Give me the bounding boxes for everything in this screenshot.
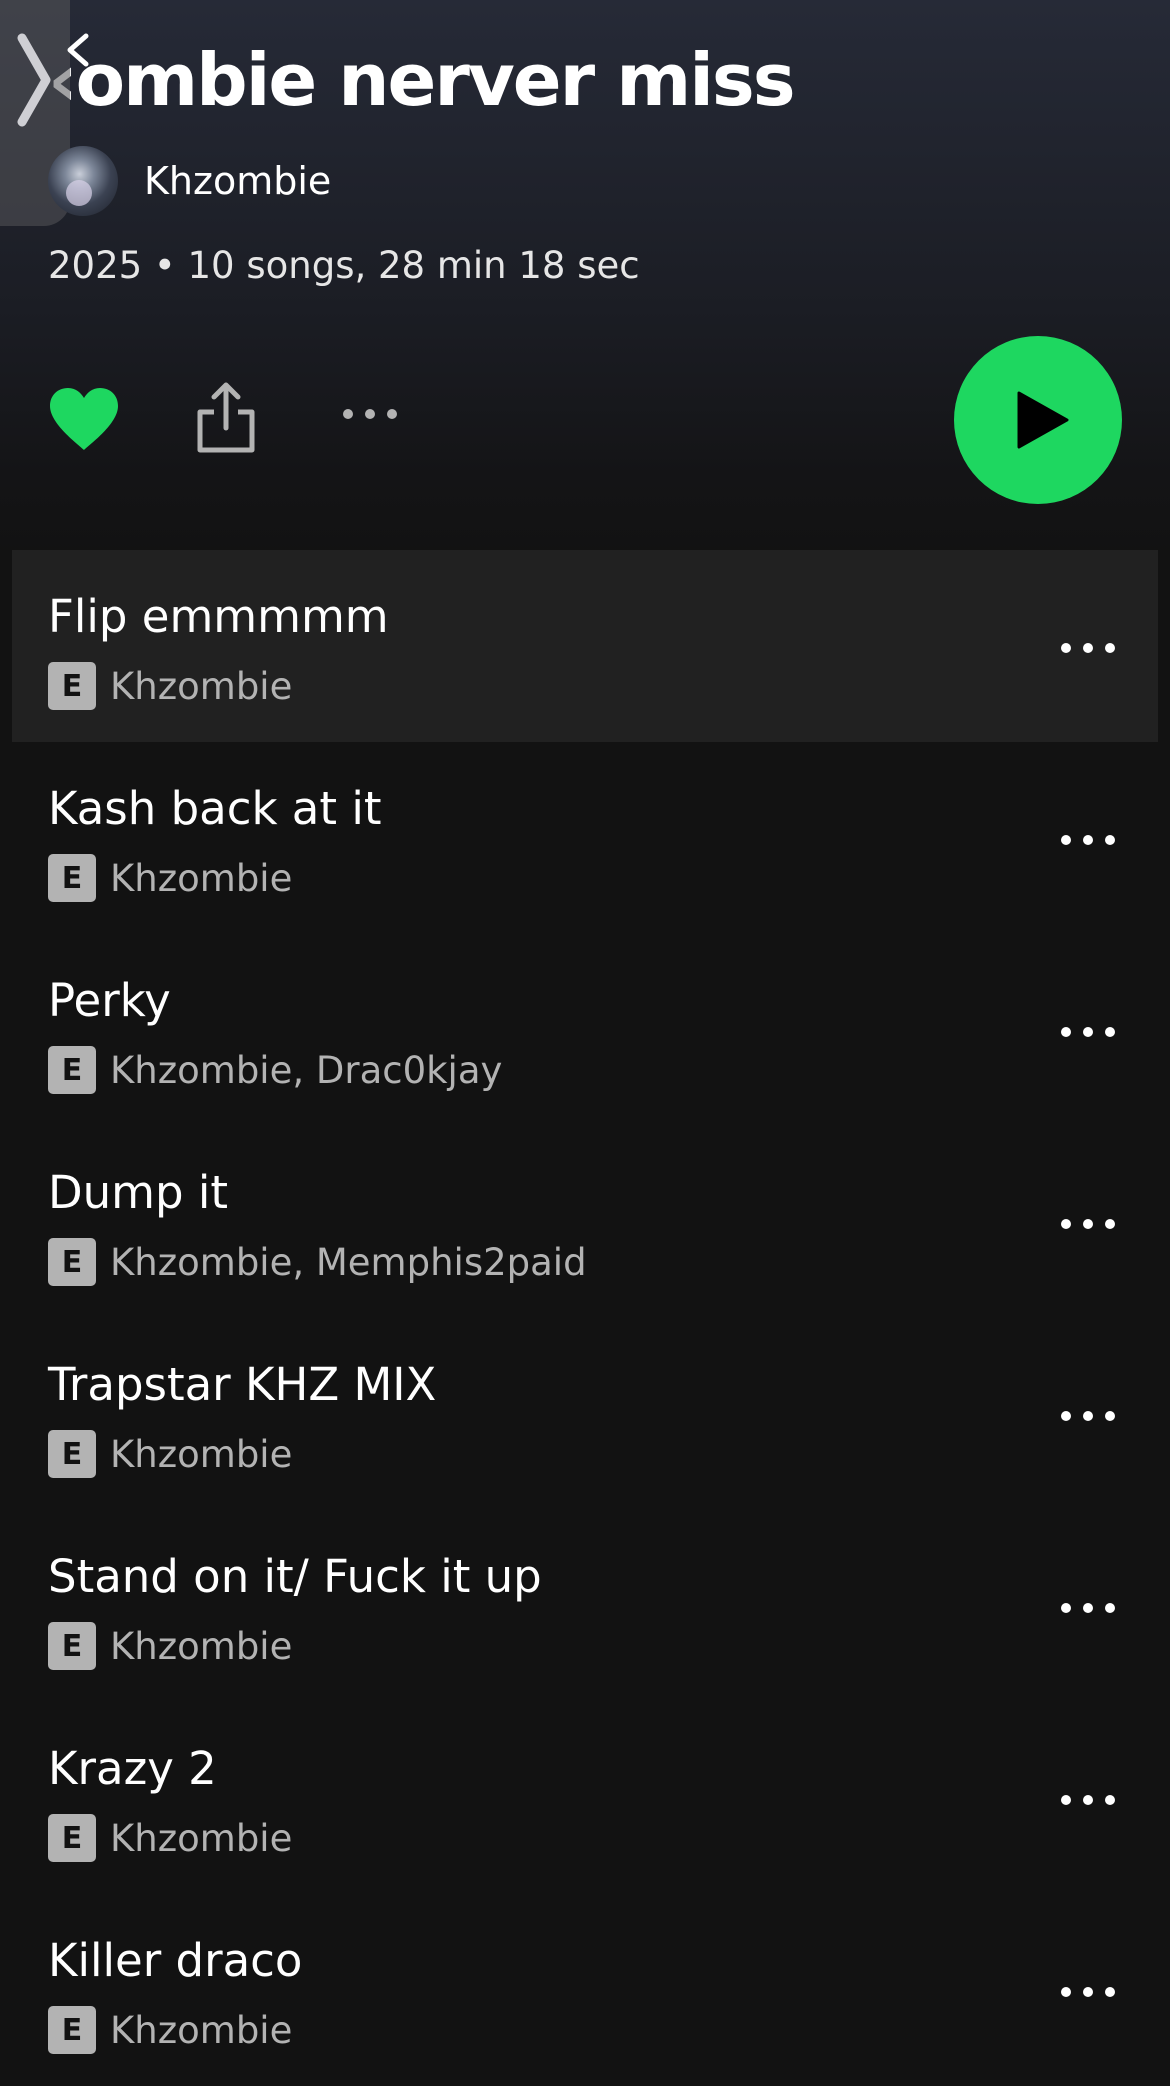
track-more-icon[interactable] <box>1058 1792 1118 1808</box>
track-artists[interactable]: Khzombie, Memphis2paid <box>110 1241 587 1284</box>
track-row[interactable]: Trapstar KHZ MIX E Khzombie <box>0 1318 1170 1510</box>
more-options-icon[interactable] <box>340 404 400 424</box>
track-row[interactable]: Stand on it/ Fuck it up E Khzombie <box>0 1510 1170 1702</box>
track-row[interactable]: Krazy 2 E Khzombie <box>0 1702 1170 1894</box>
track-more-icon[interactable] <box>1058 1024 1118 1040</box>
album-title: ‹ombie nerver miss <box>48 38 796 122</box>
chevron-right-icon <box>17 33 51 127</box>
track-artists[interactable]: Khzombie <box>110 665 292 708</box>
track-title: Stand on it/ Fuck it up <box>48 1550 542 1603</box>
action-bar <box>0 330 1170 510</box>
artist-row[interactable]: Khzombie <box>48 146 331 216</box>
track-subtitle: E Khzombie <box>48 1814 292 1862</box>
track-more-icon[interactable] <box>1058 1600 1118 1616</box>
explicit-badge: E <box>48 1238 96 1286</box>
artist-avatar[interactable] <box>48 146 118 216</box>
track-artists[interactable]: Khzombie <box>110 2009 292 2052</box>
track-row[interactable]: Kash back at it E Khzombie <box>0 742 1170 934</box>
track-more-icon[interactable] <box>1058 640 1118 656</box>
track-list: Flip emmmmm E Khzombie Kash back at it E… <box>0 550 1170 2086</box>
track-subtitle: E Khzombie, Memphis2paid <box>48 1238 587 1286</box>
track-subtitle: E Khzombie <box>48 1622 292 1670</box>
explicit-badge: E <box>48 1622 96 1670</box>
track-artists[interactable]: Khzombie <box>110 1433 292 1476</box>
heart-icon[interactable] <box>48 386 120 452</box>
album-meta: 2025 • 10 songs, 28 min 18 sec <box>48 244 640 287</box>
track-title: Dump it <box>48 1166 229 1219</box>
track-more-icon[interactable] <box>1058 832 1118 848</box>
track-title: Trapstar KHZ MIX <box>48 1358 437 1411</box>
track-subtitle: E Khzombie <box>48 854 292 902</box>
track-artists[interactable]: Khzombie <box>110 1625 292 1668</box>
track-subtitle: E Khzombie <box>48 662 292 710</box>
explicit-badge: E <box>48 662 96 710</box>
track-title: Killer draco <box>48 1934 303 1987</box>
play-button[interactable] <box>954 336 1122 504</box>
track-row[interactable]: Killer draco E Khzombie <box>0 1894 1170 2086</box>
track-row[interactable]: Flip emmmmm E Khzombie <box>12 550 1158 742</box>
explicit-badge: E <box>48 1814 96 1862</box>
track-more-icon[interactable] <box>1058 1984 1118 2000</box>
track-title: Kash back at it <box>48 782 382 835</box>
track-more-icon[interactable] <box>1058 1408 1118 1424</box>
explicit-badge: E <box>48 1046 96 1094</box>
explicit-badge: E <box>48 2006 96 2054</box>
track-title: Perky <box>48 974 171 1027</box>
track-title: Flip emmmmm <box>48 590 389 643</box>
share-icon[interactable] <box>196 382 256 454</box>
track-artists[interactable]: Khzombie <box>110 857 292 900</box>
track-artists[interactable]: Khzombie, Drac0kjay <box>110 1049 502 1092</box>
track-subtitle: E Khzombie <box>48 2006 292 2054</box>
explicit-badge: E <box>48 1430 96 1478</box>
track-subtitle: E Khzombie <box>48 1430 292 1478</box>
back-arrow-icon[interactable] <box>62 32 102 72</box>
track-subtitle: E Khzombie, Drac0kjay <box>48 1046 502 1094</box>
track-title: Krazy 2 <box>48 1742 217 1795</box>
track-artists[interactable]: Khzombie <box>110 1817 292 1860</box>
artist-name[interactable]: Khzombie <box>144 159 331 203</box>
track-row[interactable]: Perky E Khzombie, Drac0kjay <box>0 934 1170 1126</box>
play-icon <box>1017 391 1069 449</box>
explicit-badge: E <box>48 854 96 902</box>
track-more-icon[interactable] <box>1058 1216 1118 1232</box>
track-row[interactable]: Dump it E Khzombie, Memphis2paid <box>0 1126 1170 1318</box>
